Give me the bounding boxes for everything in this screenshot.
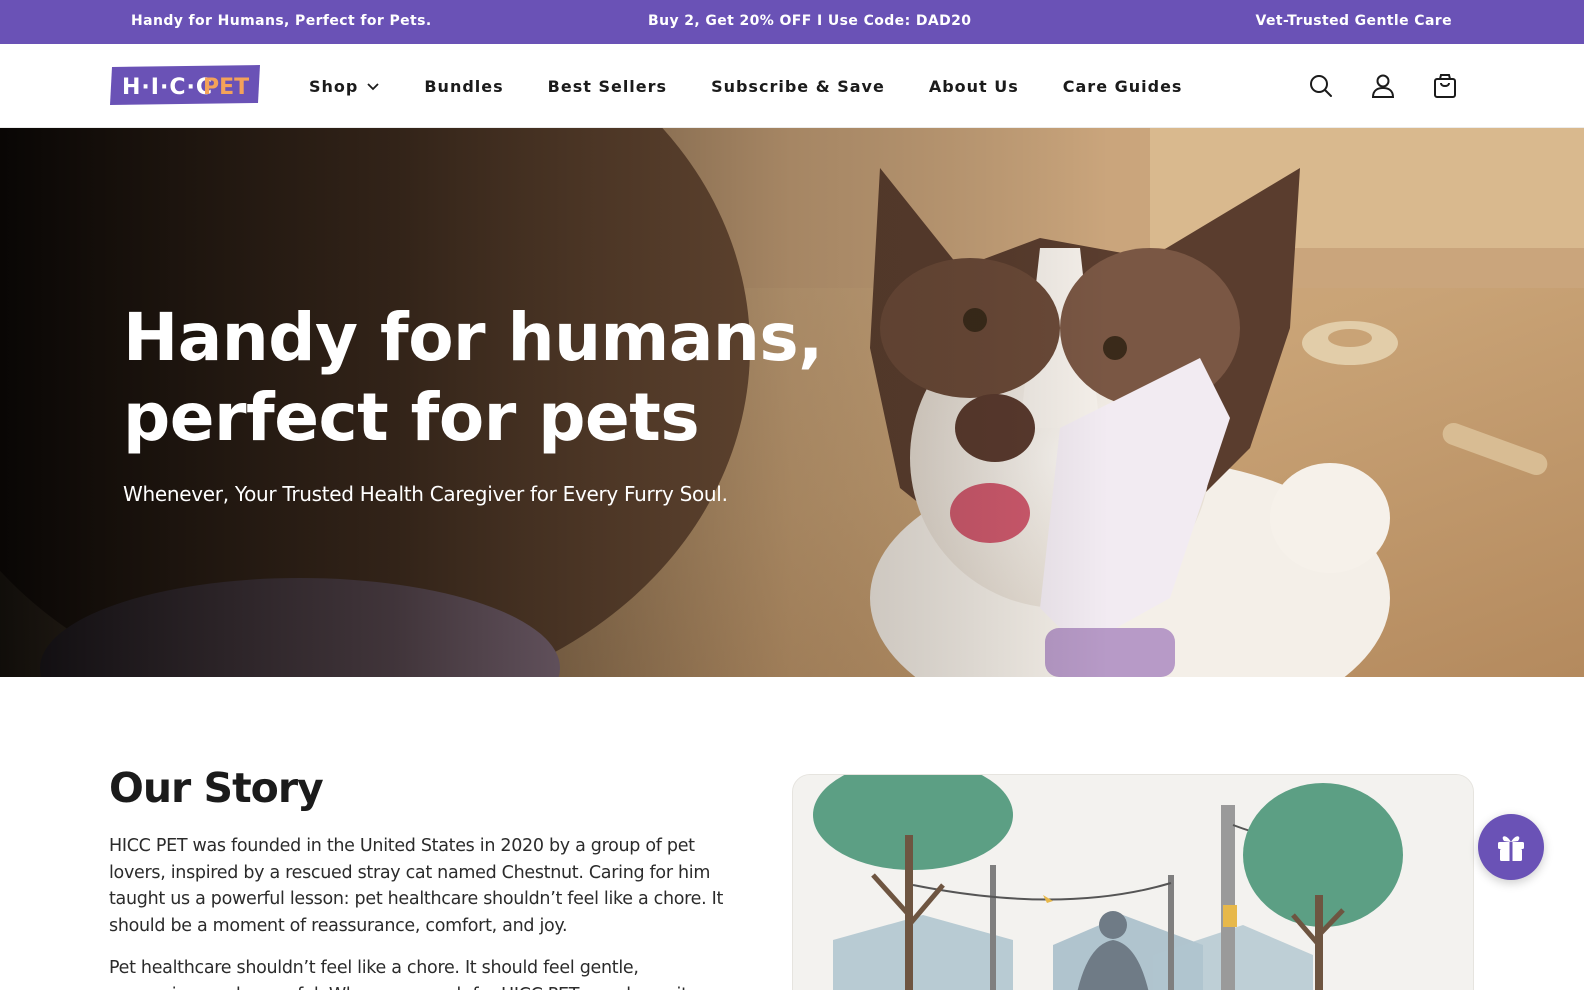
search-icon[interactable]	[1308, 73, 1334, 99]
nav-about-us[interactable]: About Us	[929, 77, 1019, 96]
nav-subscribe-save-label: Subscribe & Save	[711, 76, 885, 96]
hero-subtitle: Whenever, Your Trusted Health Caregiver …	[123, 482, 728, 506]
hero-title-line1: Handy for humans,	[123, 299, 823, 376]
chevron-down-icon	[367, 83, 379, 91]
story-paragraph-2: Pet healthcare shouldn’t feel like a cho…	[109, 958, 726, 990]
header-actions	[1272, 73, 1458, 99]
announcement-text-left: Handy for Humans, Perfect for Pets.	[131, 13, 432, 29]
rewards-button[interactable]	[1478, 814, 1544, 880]
brand-logo[interactable]: H·I·C·C PET	[110, 65, 260, 105]
nav-shop-label: Shop	[309, 76, 359, 96]
hero-banner: Handy for humans, perfect for pets Whene…	[0, 128, 1584, 677]
site-header: H·I·C·C PET Shop Bundles Best Sellers Su…	[0, 44, 1584, 128]
nav-care-guides[interactable]: Care Guides	[1063, 77, 1183, 96]
announcement-bar: Handy for Humans, Perfect for Pets. Buy …	[0, 0, 1584, 44]
nav-about-us-label: About Us	[928, 76, 1019, 96]
story-title: Our Story	[109, 764, 324, 812]
gift-icon	[1498, 836, 1524, 861]
hero-title: Handy for humans, perfect for pets	[123, 298, 823, 458]
nav-best-sellers-label: Best Sellers	[547, 76, 668, 96]
announcement-text-right: Vet-Trusted Gentle Care	[1255, 13, 1452, 29]
nav-subscribe-save[interactable]: Subscribe & Save	[711, 77, 885, 96]
main-nav: Shop Bundles Best Sellers Subscribe & Sa…	[309, 44, 1226, 128]
nav-care-guides-label: Care Guides	[1062, 76, 1183, 96]
svg-text:H·I·C·C: H·I·C·C	[122, 75, 213, 100]
announcement-promo-text[interactable]: Buy 2, Get 20% OFF I Use Code: DAD20	[648, 13, 971, 29]
story-illustration	[792, 774, 1474, 990]
nav-best-sellers[interactable]: Best Sellers	[548, 77, 667, 96]
account-icon[interactable]	[1370, 73, 1396, 99]
nav-bundles-label: Bundles	[424, 76, 504, 96]
story-paragraph-1: HICC PET was founded in the United State…	[109, 836, 724, 936]
hero-title-line2: perfect for pets	[123, 379, 700, 456]
cart-icon[interactable]	[1432, 73, 1458, 99]
nav-bundles[interactable]: Bundles	[424, 77, 503, 96]
nav-shop[interactable]: Shop	[309, 77, 380, 96]
svg-text:PET: PET	[203, 75, 249, 100]
